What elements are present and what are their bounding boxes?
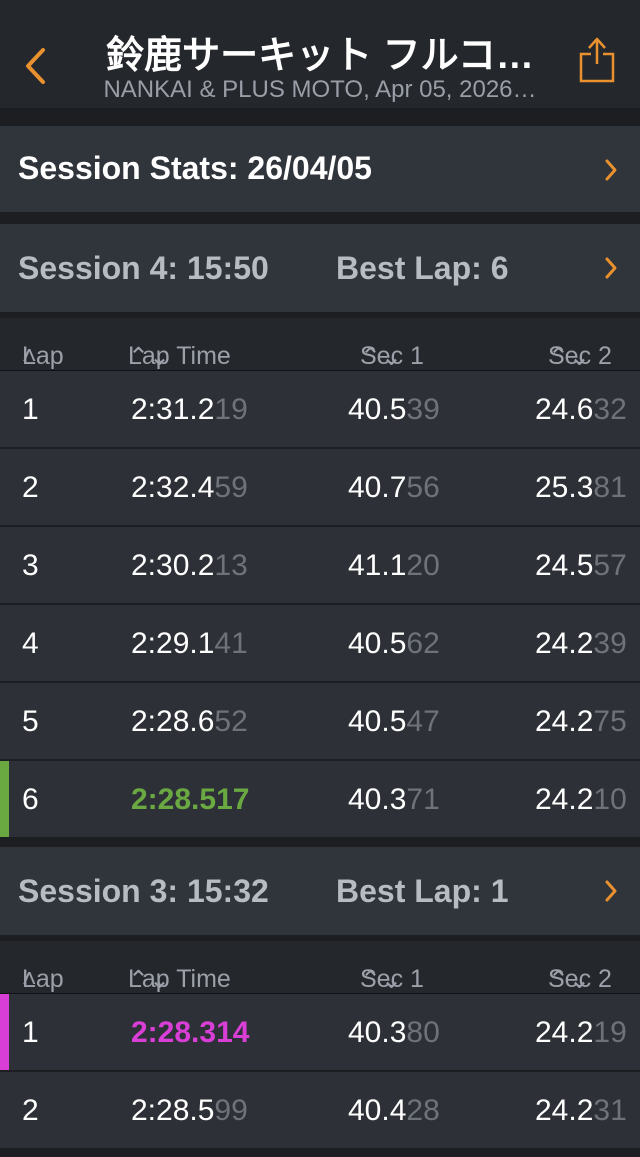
best-lap-indicator — [0, 761, 9, 837]
table-row[interactable]: 4 2:29.141 40.562 24.239 — [0, 605, 640, 683]
session-header-4[interactable]: Session 4: 15:50 Best Lap: 6 — [0, 224, 640, 312]
sector1-time: 40.539 — [348, 393, 440, 426]
sort-updown-icon: ⌃⌄ — [548, 343, 590, 371]
lap-time: 2:31.219 — [131, 393, 248, 426]
chevron-right-icon — [605, 159, 617, 181]
lap-number: 2 — [22, 1094, 39, 1127]
sort-updown-icon: ⌃⌄ — [128, 966, 170, 994]
best-lap-indicator — [0, 994, 9, 1070]
back-chevron-icon[interactable] — [24, 46, 46, 86]
table-row-best-lap[interactable]: 6 2:28.517 40.371 24.210 — [0, 761, 640, 839]
chevron-up-icon: ˄ — [22, 965, 37, 993]
session-stats-label: Session Stats: 26/04/05 — [18, 150, 372, 186]
sector2-time: 24.231 — [535, 1094, 627, 1127]
chevron-right-icon — [605, 880, 617, 902]
table-row[interactable]: 2 2:32.459 40.756 25.381 — [0, 449, 640, 527]
sector1-time: 40.371 — [348, 783, 440, 816]
lap-time: 2:28.314 — [131, 1016, 250, 1049]
sector2-time: 24.632 — [535, 393, 627, 426]
best-lap-label: Best Lap: 6 — [336, 250, 509, 286]
page-title: 鈴鹿サーキット フルコ… — [106, 35, 534, 77]
chevron-right-icon — [605, 257, 617, 279]
lap-number: 2 — [22, 471, 39, 504]
session-stats-row[interactable]: Session Stats: 26/04/05 — [0, 126, 640, 212]
sector1-time: 40.756 — [348, 471, 440, 504]
sort-updown-icon: ⌃⌄ — [360, 966, 402, 994]
sector2-time: 24.239 — [535, 627, 627, 660]
share-icon[interactable] — [578, 36, 616, 84]
lap-time: 2:32.459 — [131, 471, 248, 504]
nav-bar: 鈴鹿サーキット フルコ… NANKAI & PLUS MOTO, Apr 05,… — [0, 0, 640, 108]
sector2-time: 25.381 — [535, 471, 627, 504]
table-row[interactable]: 2 2:28.599 40.428 24.231 — [0, 1072, 640, 1150]
sector1-time: 40.562 — [348, 627, 440, 660]
lap-number: 1 — [22, 393, 39, 426]
lap-number: 4 — [22, 627, 39, 660]
table-header: Lap ˄ Lap Time ⌃⌄ Sec 1 ⌃⌄ Sec 2 ⌃⌄ — [0, 941, 640, 994]
lap-time: 2:28.517 — [131, 783, 250, 816]
session-header-3[interactable]: Session 3: 15:32 Best Lap: 1 — [0, 847, 640, 935]
lap-number: 3 — [22, 549, 39, 582]
session-label: Session 3: 15:32 — [18, 873, 269, 909]
sector1-time: 40.428 — [348, 1094, 440, 1127]
lap-time: 2:29.141 — [131, 627, 248, 660]
table-header: Lap ˄ Lap Time ⌃⌄ Sec 1 ⌃⌄ Sec 2 ⌃⌄ — [0, 318, 640, 371]
sector2-time: 24.219 — [535, 1016, 627, 1049]
lap-number: 1 — [22, 1016, 39, 1049]
lap-time: 2:28.599 — [131, 1094, 248, 1127]
sort-updown-icon: ⌃⌄ — [128, 343, 170, 371]
sector2-time: 24.210 — [535, 783, 627, 816]
table-row[interactable]: 3 2:30.213 41.120 24.557 — [0, 527, 640, 605]
page-subtitle: NANKAI & PLUS MOTO, Apr 05, 2026… — [103, 76, 537, 103]
best-lap-label: Best Lap: 1 — [336, 873, 509, 909]
session-label: Session 4: 15:50 — [18, 250, 269, 286]
sector1-time: 40.380 — [348, 1016, 440, 1049]
table-row[interactable]: 5 2:28.652 40.547 24.275 — [0, 683, 640, 761]
sector2-time: 24.275 — [535, 705, 627, 738]
sort-updown-icon: ⌃⌄ — [548, 966, 590, 994]
sector1-time: 41.120 — [348, 549, 440, 582]
lap-time: 2:28.652 — [131, 705, 248, 738]
sector1-time: 40.547 — [348, 705, 440, 738]
sort-updown-icon: ⌃⌄ — [360, 343, 402, 371]
lap-time: 2:30.213 — [131, 549, 248, 582]
lap-number: 5 — [22, 705, 39, 738]
table-row[interactable]: 1 2:31.219 40.539 24.632 — [0, 371, 640, 449]
chevron-up-icon: ˄ — [22, 342, 37, 370]
sector2-time: 24.557 — [535, 549, 627, 582]
table-row-best-lap[interactable]: 1 2:28.314 40.380 24.219 — [0, 994, 640, 1072]
lap-number: 6 — [22, 783, 39, 816]
